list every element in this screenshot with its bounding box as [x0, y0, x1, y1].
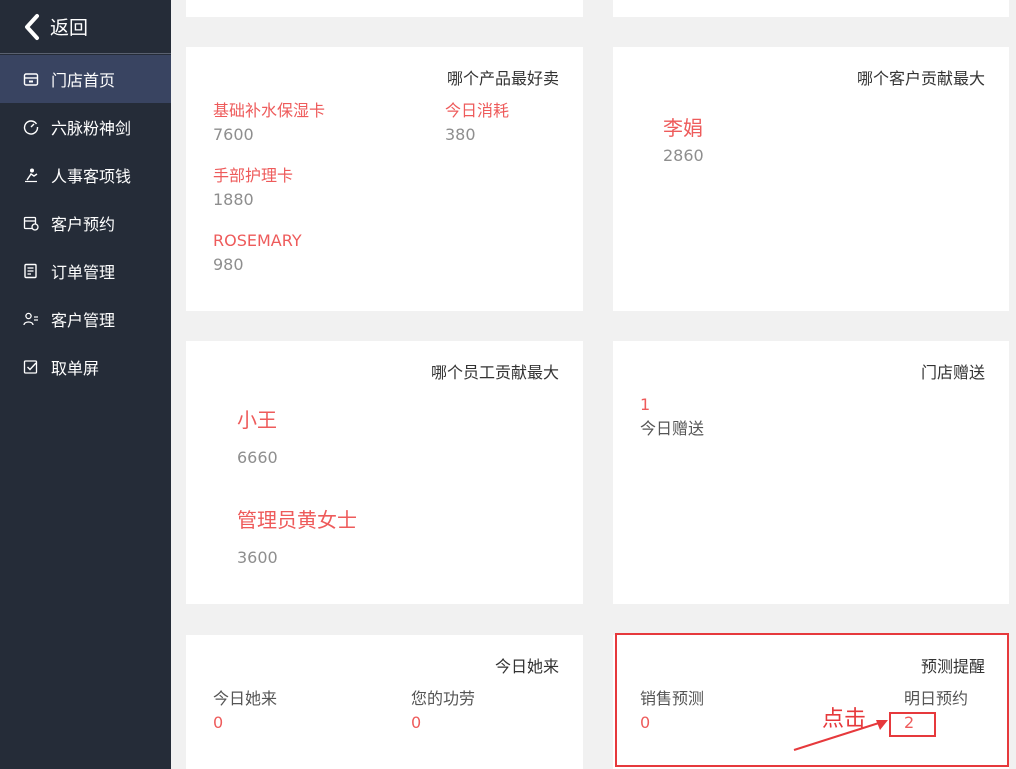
sidebar-item-customers[interactable]: 客户管理	[0, 295, 171, 343]
today-visit-card: 今日她来 今日她来 0 您的功劳 0	[186, 635, 583, 769]
forecast-reminder-card: 预测提醒 销售预测 0 明日预约 2	[613, 635, 1009, 769]
partial-card-top-right	[613, 0, 1009, 17]
today-value: 0	[213, 713, 224, 732]
product-name: ROSEMARY	[213, 231, 302, 250]
sidebar-item-store-home[interactable]: 门店首页	[0, 55, 171, 103]
back-label: 返回	[50, 17, 89, 39]
forecast-label: 销售预测	[640, 689, 705, 708]
forecast-item[interactable]: 销售预测 0	[640, 689, 704, 733]
click-annotation-text: 点击	[822, 707, 867, 732]
product-value: 380	[445, 125, 476, 144]
store-gift-card: 门店赠送 1 今日赠送	[613, 341, 1009, 604]
sidebar-item-orders[interactable]: 订单管理	[0, 247, 171, 295]
today-value: 0	[411, 713, 422, 732]
best-products-card: 哪个产品最好卖 基础补水保湿卡 7600 今日消耗 380 手部护理卡 1880…	[186, 47, 583, 311]
customer-icon	[22, 310, 40, 328]
card-title: 预测提醒	[920, 657, 985, 676]
today-label: 您的功劳	[411, 689, 476, 708]
card-title: 哪个产品最好卖	[446, 69, 559, 88]
forecast-label: 明日预约	[904, 689, 969, 708]
customer-item[interactable]: 李娟 2860	[663, 115, 704, 166]
employee-item[interactable]: 小王 6660	[237, 407, 278, 468]
product-value: 7600	[213, 125, 254, 144]
today-item[interactable]: 今日她来 0	[213, 689, 277, 733]
product-item[interactable]: 今日消耗 380	[445, 101, 509, 145]
product-item[interactable]: 手部护理卡 1880	[213, 166, 293, 210]
chevron-left-icon	[25, 13, 39, 40]
product-value: 980	[213, 255, 244, 274]
partial-card-top-left	[186, 0, 583, 17]
sidebar-item-label: 六脉粉神剑	[51, 119, 132, 138]
card-title: 哪个员工贡献最大	[430, 363, 559, 382]
today-label: 今日她来	[213, 689, 278, 708]
sidebar-menu: 门店首页 六脉粉神剑 人事客项钱 客户预约 订单管理 客户管理 取单屏	[0, 55, 171, 391]
staff-icon	[22, 166, 40, 184]
forecast-value: 0	[640, 713, 651, 732]
customer-value: 2860	[663, 146, 704, 165]
product-name: 手部护理卡	[213, 166, 294, 185]
sidebar-item-label: 人事客项钱	[51, 167, 132, 186]
tomorrow-appointment-item[interactable]: 明日预约 2	[904, 689, 968, 733]
card-title: 门店赠送	[920, 363, 985, 382]
employee-value: 3600	[237, 548, 278, 567]
product-name: 基础补水保湿卡	[213, 101, 326, 120]
sidebar-item-liumai[interactable]: 六脉粉神剑	[0, 103, 171, 151]
gift-item[interactable]: 1 今日赠送	[640, 395, 704, 439]
sidebar-item-pickup-screen[interactable]: 取单屏	[0, 343, 171, 391]
product-item[interactable]: ROSEMARY 980	[213, 231, 302, 275]
top-customer-card: 哪个客户贡献最大 李娟 2860	[613, 47, 1009, 311]
order-icon	[22, 262, 40, 280]
gift-count: 1	[640, 395, 651, 414]
product-item[interactable]: 基础补水保湿卡 7600	[213, 101, 325, 145]
calendar-icon	[22, 214, 40, 232]
sidebar-item-appointment[interactable]: 客户预约	[0, 199, 171, 247]
checklist-icon	[22, 358, 40, 376]
back-button[interactable]: 返回	[0, 0, 171, 54]
employee-value: 6660	[237, 448, 278, 467]
top-employee-card: 哪个员工贡献最大 小王 6660 管理员黄女士 3600	[186, 341, 583, 604]
sidebar-item-label: 订单管理	[51, 263, 116, 282]
card-title: 今日她来	[494, 657, 559, 676]
gauge-icon	[22, 118, 40, 136]
employee-name: 管理员黄女士	[237, 508, 357, 532]
store-icon	[22, 70, 40, 88]
sidebar-item-staff[interactable]: 人事客项钱	[0, 151, 171, 199]
card-title: 哪个客户贡献最大	[856, 69, 985, 88]
sidebar-item-label: 取单屏	[51, 359, 100, 378]
sidebar-item-label: 门店首页	[51, 71, 116, 90]
gift-label: 今日赠送	[640, 419, 705, 438]
employee-name: 小王	[237, 408, 277, 432]
product-value: 1880	[213, 190, 254, 209]
product-name: 今日消耗	[445, 101, 510, 120]
customer-name: 李娟	[663, 116, 703, 140]
tomorrow-appointment-value[interactable]: 2	[904, 713, 968, 733]
sidebar: 返回 门店首页 六脉粉神剑 人事客项钱 客户预约 订单管理 客户管理 取单屏	[0, 0, 171, 769]
employee-item[interactable]: 管理员黄女士 3600	[237, 507, 357, 568]
today-item[interactable]: 您的功劳 0	[411, 689, 475, 733]
sidebar-item-label: 客户预约	[51, 215, 116, 234]
sidebar-item-label: 客户管理	[51, 311, 116, 330]
